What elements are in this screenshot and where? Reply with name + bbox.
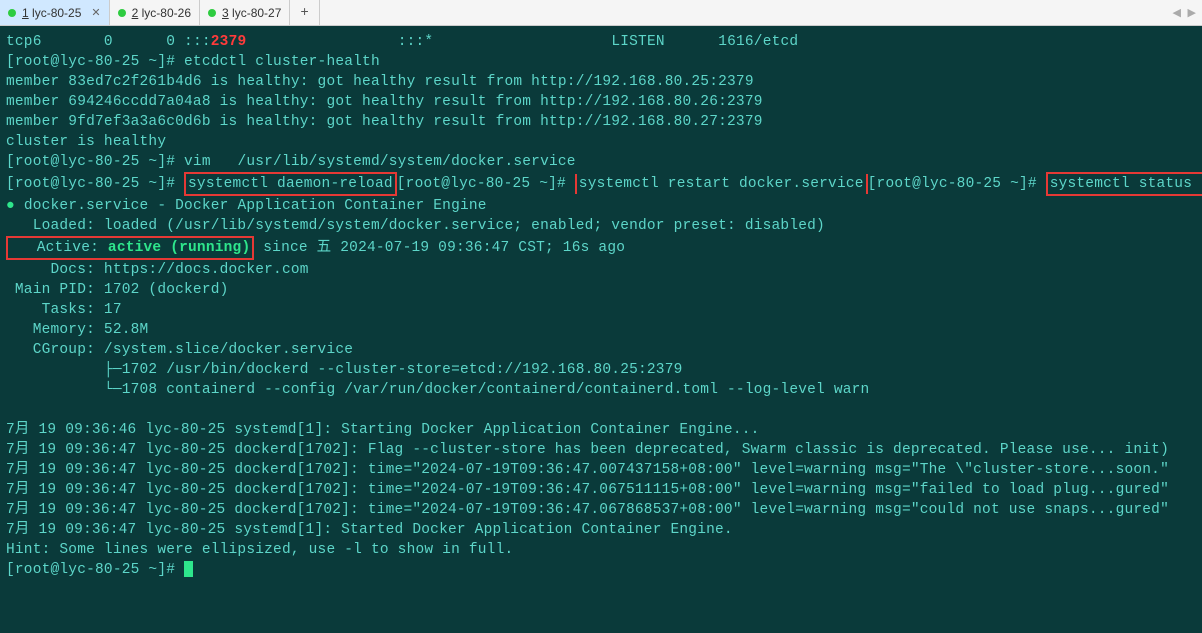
tab-label: lyc-80-25 (32, 6, 81, 20)
tasks-line: Tasks: 17 (6, 302, 122, 318)
command: systemctl restart docker.service (579, 176, 864, 192)
prompt: [root@lyc-80-25 ~]# (6, 176, 184, 192)
mainpid-line: Main PID: 1702 (dockerd) (6, 282, 229, 298)
loaded-line: Loaded: loaded (/usr/lib/systemd/system/… (6, 218, 825, 234)
command: systemctl daemon-reload (188, 176, 393, 192)
tcp-line: tcp6 0 0 :::2379 :::* LISTEN 1616/etcd (6, 34, 798, 50)
command: systemctl status docker.service (1050, 176, 1202, 192)
tab-index: 3 (222, 6, 229, 20)
tab-1[interactable]: 1 lyc-80-25 ✕ (0, 0, 110, 25)
memory-line: Memory: 52.8M (6, 322, 148, 338)
cgroup-line: CGroup: /system.slice/docker.service (6, 342, 353, 358)
process-line: ├─1702 /usr/bin/dockerd --cluster-store=… (6, 362, 683, 378)
close-icon[interactable]: ✕ (91, 6, 100, 19)
docs-line: Docs: https://docs.docker.com (6, 262, 309, 278)
status-dot-icon (208, 9, 216, 17)
log-line: 7月 19 09:36:47 lyc-80-25 dockerd[1702]: … (6, 502, 1169, 518)
prompt: [root@lyc-80-25 ~]# (397, 176, 575, 192)
status-dot-icon (8, 9, 16, 17)
process-line: └─1708 containerd --config /var/run/dock… (6, 382, 869, 398)
tab-bar: 1 lyc-80-25 ✕ 2 lyc-80-26 3 lyc-80-27 + … (0, 0, 1202, 26)
highlight-box: systemctl status docker.service (1046, 172, 1202, 196)
add-tab-button[interactable]: + (290, 0, 319, 25)
cursor-icon (184, 561, 193, 577)
bullet-icon: ● (6, 198, 15, 214)
tab-index: 2 (132, 6, 139, 20)
tab-label: lyc-80-26 (142, 6, 191, 20)
highlight-box: Active: active (running) (6, 236, 254, 260)
highlight-box: systemctl restart docker.service (575, 174, 868, 194)
output-line: cluster is healthy (6, 134, 166, 150)
log-line: 7月 19 09:36:46 lyc-80-25 systemd[1]: Sta… (6, 422, 760, 438)
log-line: 7月 19 09:36:47 lyc-80-25 systemd[1]: Sta… (6, 522, 733, 538)
highlight-box: systemctl daemon-reload (184, 172, 397, 196)
status-dot-icon (118, 9, 126, 17)
tab-2[interactable]: 2 lyc-80-26 (110, 0, 200, 25)
prompt: [root@lyc-80-25 ~]# (6, 562, 184, 578)
command: vim /usr/lib/systemd/system/docker.servi… (184, 154, 576, 170)
terminal-output[interactable]: tcp6 0 0 :::2379 :::* LISTEN 1616/etcd [… (0, 26, 1202, 586)
log-line: 7月 19 09:36:47 lyc-80-25 dockerd[1702]: … (6, 462, 1169, 478)
tab-index: 1 (22, 6, 29, 20)
tab-nav-arrows[interactable]: ◀ ▶ (1166, 0, 1202, 25)
prompt: [root@lyc-80-25 ~]# (6, 154, 184, 170)
active-suffix: since 五 2024-07-19 09:36:47 CST; 16s ago (254, 240, 625, 256)
command: etcdctl cluster-health (184, 54, 380, 70)
output-line: member 694246ccdd7a04a8 is healthy: got … (6, 94, 763, 110)
prompt: [root@lyc-80-25 ~]# (6, 54, 184, 70)
output-line: member 83ed7c2f261b4d6 is healthy: got h… (6, 74, 754, 90)
output-line: member 9fd7ef3a3a6c0d6b is healthy: got … (6, 114, 763, 130)
tab-label: lyc-80-27 (232, 6, 281, 20)
tab-3[interactable]: 3 lyc-80-27 (200, 0, 290, 25)
highlight-port: 2379 (211, 34, 247, 50)
active-status: active (running) (108, 240, 250, 256)
log-line: 7月 19 09:36:47 lyc-80-25 dockerd[1702]: … (6, 482, 1169, 498)
log-line: 7月 19 09:36:47 lyc-80-25 dockerd[1702]: … (6, 442, 1169, 458)
service-title: docker.service - Docker Application Cont… (24, 198, 487, 214)
hint-line: Hint: Some lines were ellipsized, use -l… (6, 542, 513, 558)
prompt: [root@lyc-80-25 ~]# (868, 176, 1046, 192)
